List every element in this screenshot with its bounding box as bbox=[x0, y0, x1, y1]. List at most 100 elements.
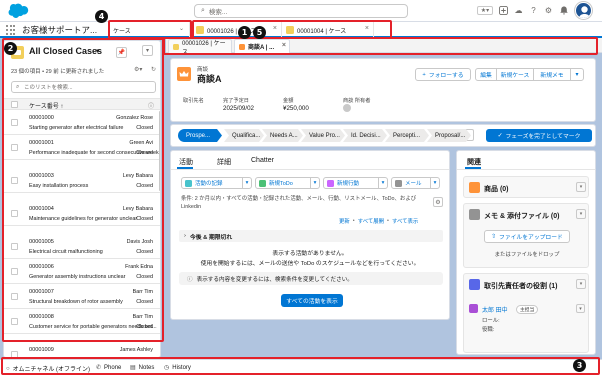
history-item[interactable]: ◷ History bbox=[164, 364, 191, 372]
list-item[interactable]: 00001005 Davis Josh Electrical circuit m… bbox=[4, 235, 160, 259]
list-item[interactable]: 00001004 Levy Babara Maintenance guideli… bbox=[4, 202, 160, 226]
path-stage-2[interactable]: Qualifica... bbox=[224, 129, 264, 142]
help-icon[interactable]: ? bbox=[528, 5, 539, 16]
case-number[interactable]: 00001001 bbox=[29, 140, 54, 146]
subtab-opportunity[interactable]: 商談A | ... × bbox=[234, 39, 290, 53]
user-avatar[interactable] bbox=[575, 2, 592, 19]
products-menu-chevron-icon[interactable]: ▾ bbox=[576, 182, 586, 192]
phone-item[interactable]: ✆ Phone bbox=[96, 364, 121, 372]
list-item[interactable]: 00001001 Green Avi Performance inadequat… bbox=[4, 136, 160, 160]
contact-row-menu-chevron-icon[interactable]: ▾ bbox=[576, 304, 585, 313]
follow-button[interactable]: + フォローする bbox=[415, 68, 471, 81]
row-checkbox[interactable] bbox=[11, 210, 18, 217]
list-item[interactable]: 00001007 Barr Tim Structural breakdown o… bbox=[4, 285, 160, 309]
trailhead-cloud-icon[interactable]: ☁ bbox=[513, 5, 524, 16]
case-number[interactable]: 00001009 bbox=[29, 347, 54, 353]
filter-gear-icon[interactable]: ⚙ bbox=[433, 197, 443, 207]
object-tab-dropdown[interactable]: ケース ⌄ bbox=[108, 22, 190, 38]
log-activity-button[interactable]: 活動の記録 bbox=[181, 177, 243, 189]
case-number[interactable]: 00001005 bbox=[29, 239, 54, 245]
list-scrollbar[interactable] bbox=[159, 111, 160, 191]
contact-roles-title[interactable]: 取引先責任者の役割 (1) bbox=[484, 281, 558, 291]
column-header-case-number[interactable]: ケース番号 ↑ bbox=[29, 101, 63, 110]
row-checkbox[interactable] bbox=[11, 293, 18, 300]
expand-all-link[interactable]: すべて展開 bbox=[358, 217, 384, 225]
path-stage-5[interactable]: Id. Decisi... bbox=[343, 129, 387, 142]
close-icon[interactable]: × bbox=[282, 42, 286, 49]
contact-name-link[interactable]: 太郎 田中 bbox=[482, 305, 508, 314]
omni-channel-item[interactable]: ○ オムニチャネル (オフライン) bbox=[6, 364, 90, 374]
select-all-checkbox[interactable] bbox=[11, 101, 18, 108]
path-stage-3[interactable]: Needs A... bbox=[262, 129, 303, 142]
add-plus-icon[interactable] bbox=[498, 5, 509, 16]
case-number[interactable]: 00001006 bbox=[29, 264, 54, 270]
list-item[interactable]: 00001006 Frank Edna Generator assembly i… bbox=[4, 260, 160, 284]
contact-roles-menu-chevron-icon[interactable]: ▾ bbox=[576, 279, 586, 289]
tab-chatter[interactable]: Chatter bbox=[251, 157, 274, 164]
tab-details[interactable]: 詳細 bbox=[217, 157, 231, 167]
settings-gear-icon[interactable]: ⚙▾ bbox=[134, 66, 142, 73]
row-checkbox[interactable] bbox=[11, 318, 18, 325]
refresh-icon[interactable]: ↻ bbox=[151, 66, 156, 73]
new-case-button[interactable]: 新規ケース bbox=[496, 68, 534, 81]
close-icon[interactable]: × bbox=[365, 25, 369, 32]
global-search-input[interactable]: ⌕ 検索... bbox=[194, 4, 408, 18]
close-icon[interactable]: × bbox=[273, 25, 277, 32]
list-search-input[interactable]: ⌕ このリストを検索... bbox=[11, 81, 156, 93]
case-number[interactable]: 00001003 bbox=[29, 173, 54, 179]
workspace-tab-00001004[interactable]: 00001004 | ケース × bbox=[282, 22, 374, 38]
show-all-activities-button[interactable]: すべての活動を表示 bbox=[281, 294, 343, 307]
case-number[interactable]: 00001007 bbox=[29, 289, 54, 295]
case-number[interactable]: 00001000 bbox=[29, 115, 54, 121]
list-menu-chevron-icon[interactable]: ▾ bbox=[142, 45, 153, 56]
new-task-chevron-icon[interactable]: ▾ bbox=[310, 177, 320, 189]
mark-stage-complete-button[interactable]: ✓ フェーズを完了としてマーク bbox=[486, 129, 592, 142]
subtab-case[interactable]: 00001026 | ケース bbox=[168, 39, 232, 56]
list-item[interactable]: 00001009 James Ashley bbox=[4, 343, 160, 357]
notes-files-title[interactable]: メモ & 添付ファイル (0) bbox=[484, 211, 559, 221]
email-button[interactable]: メール bbox=[391, 177, 431, 189]
workspace-tab-00001026[interactable]: 00001026 | ケース × bbox=[192, 22, 282, 38]
list-item[interactable]: 00001000 Gonzalez Rose Starting generato… bbox=[4, 111, 160, 135]
new-event-button[interactable]: 新規行動 bbox=[323, 177, 379, 189]
row-checkbox[interactable] bbox=[11, 144, 18, 151]
row-checkbox[interactable] bbox=[11, 119, 18, 126]
case-number[interactable]: 00001008 bbox=[29, 314, 54, 320]
list-item[interactable]: 00001008 Barr Tim Customer service for p… bbox=[4, 310, 160, 334]
list-view-title[interactable]: All Closed Cases bbox=[29, 46, 102, 56]
row-checkbox[interactable] bbox=[11, 268, 18, 275]
new-event-chevron-icon[interactable]: ▾ bbox=[378, 177, 388, 189]
path-stage-6[interactable]: Percepti... bbox=[385, 129, 429, 142]
products-title[interactable]: 商品 (0) bbox=[484, 184, 509, 194]
new-memo-button[interactable]: 新規メモ bbox=[533, 68, 571, 81]
path-stage-1[interactable]: Prospe... bbox=[178, 129, 222, 142]
new-task-button[interactable]: 新規ToDo bbox=[255, 177, 311, 189]
notes-files-menu-chevron-icon[interactable]: ▾ bbox=[576, 209, 586, 219]
tab-related[interactable]: 関連 bbox=[467, 157, 481, 167]
pin-icon[interactable]: 📌 bbox=[116, 47, 127, 58]
upload-files-button[interactable]: ⇧ ファイルをアップロード bbox=[484, 230, 570, 243]
salesforce-logo-icon[interactable] bbox=[6, 3, 30, 19]
favorites-star-icon[interactable]: ★▾ bbox=[477, 6, 493, 15]
list-view-switcher-chevron-icon[interactable]: ▾ bbox=[96, 47, 100, 55]
log-activity-chevron-icon[interactable]: ▾ bbox=[242, 177, 252, 189]
path-stage-4[interactable]: Value Pro... bbox=[301, 129, 345, 142]
edit-button[interactable]: 編集 bbox=[475, 68, 497, 81]
row-checkbox[interactable] bbox=[11, 243, 18, 250]
refresh-link[interactable]: 更新 bbox=[339, 217, 350, 225]
notes-item[interactable]: ▤ Notes bbox=[130, 364, 154, 372]
row-checkbox[interactable] bbox=[11, 177, 18, 184]
upcoming-overdue-section[interactable]: › 今後 & 期限切れ bbox=[179, 230, 443, 242]
list-item[interactable]: 00001003 Levy Babara Easy installation p… bbox=[4, 169, 160, 193]
email-chevron-icon[interactable]: ▾ bbox=[430, 177, 440, 189]
path-stage-7[interactable]: Proposal/... bbox=[427, 129, 471, 142]
case-number[interactable]: 00001004 bbox=[29, 206, 54, 212]
owner-avatar-icon[interactable] bbox=[343, 104, 351, 112]
tab-activity[interactable]: 活動 bbox=[179, 157, 193, 167]
bell-icon[interactable] bbox=[558, 5, 569, 16]
more-actions-chevron-icon[interactable]: ▾ bbox=[570, 68, 584, 81]
view-all-link[interactable]: すべて表示 bbox=[392, 217, 418, 225]
row-checkbox[interactable] bbox=[11, 351, 18, 357]
app-launcher-icon[interactable] bbox=[6, 25, 16, 35]
chevron-down-icon[interactable]: ⌄ bbox=[179, 25, 184, 32]
